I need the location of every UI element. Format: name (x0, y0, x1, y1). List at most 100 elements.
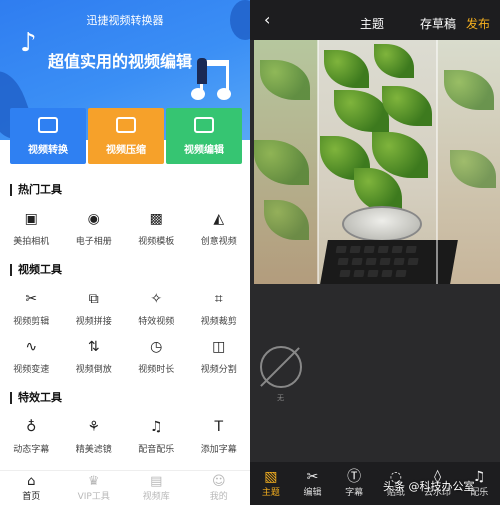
tool-video-cut[interactable]: ✂ 视频剪辑 (0, 290, 63, 327)
plant-leaf (382, 86, 432, 126)
toolbar-subtitle[interactable]: Ⓣ 字幕 (333, 462, 375, 505)
tool-label: 特效视频 (138, 317, 175, 327)
card-label: 视频压缩 (106, 144, 146, 156)
save-draft-button[interactable]: 存草稿 (420, 15, 456, 32)
plant-leaf (374, 44, 414, 78)
tool-video-template[interactable]: ▩ 视频模板 (125, 210, 188, 247)
film-icon (116, 116, 136, 133)
crown-icon: ♛ (87, 473, 100, 489)
convert-icon (38, 116, 58, 133)
section-title-video: 视频工具 (10, 264, 62, 276)
theme-none-label: 无 (277, 394, 284, 402)
plant-leaf (334, 90, 389, 132)
card-label: 视频转换 (28, 144, 68, 156)
filter-icon: ⚘ (87, 419, 101, 435)
section-title-hot: 热门工具 (10, 184, 62, 196)
tool-label: 视频倒放 (75, 365, 112, 375)
card-label: 视频编辑 (184, 144, 224, 156)
tool-music[interactable]: ♫ 配音配乐 (125, 418, 188, 455)
tool-video-duration[interactable]: ◷ 视频时长 (125, 338, 188, 375)
music-note-icon: ♫ (149, 419, 163, 435)
tool-video-crop[interactable]: ⌗ 视频裁剪 (188, 290, 251, 327)
tool-creative-video[interactable]: ◭ 创意视频 (188, 210, 251, 247)
editor-screen: ‹ 主题 存草稿 发布 无 ▧ 主题 ✂ 编辑 Ⓣ 字幕 ◌ 贴纸 ◊ 去水印 … (250, 0, 500, 505)
toolbar-label: 字幕 (345, 488, 364, 498)
video-tools-row-1: ✂ 视频剪辑 ⧉ 视频拼接 ✧ 特效视频 ⌗ 视频裁剪 (0, 290, 250, 327)
tool-photo-album[interactable]: ◉ 电子相册 (63, 210, 126, 247)
nav-home[interactable]: ⌂ 首页 (0, 471, 63, 505)
tool-label: 精美滤镜 (75, 445, 112, 455)
tool-label: 视频拼接 (75, 317, 112, 327)
clock-icon: ◷ (150, 339, 163, 355)
tool-label: 创意视频 (200, 237, 237, 247)
chevron-left-icon[interactable]: ‹ (264, 10, 270, 29)
nav-vip[interactable]: ♛ VIP工具 (63, 471, 126, 505)
video-preview[interactable] (254, 40, 500, 284)
tool-label: 视频时长 (138, 365, 175, 375)
tool-label: 视频剪辑 (13, 317, 50, 327)
video-edit-button[interactable]: 视频编辑 (166, 108, 242, 164)
tool-effect-video[interactable]: ✧ 特效视频 (125, 290, 188, 327)
tool-filter[interactable]: ⚘ 精美滤镜 (63, 418, 126, 455)
toolbar-edit[interactable]: ✂ 编辑 (292, 462, 334, 505)
tool-dynamic-subtitle[interactable]: ♁ 动态字幕 (0, 418, 63, 455)
toolbar-label: 编辑 (303, 488, 322, 498)
toolbar-label: 主题 (261, 488, 280, 498)
hot-tools-row: ▣ 美拍相机 ◉ 电子相册 ▩ 视频模板 ◭ 创意视频 (0, 210, 250, 247)
toolbar-theme[interactable]: ▧ 主题 (250, 462, 292, 505)
editor-title: 主题 (360, 17, 385, 31)
banner-headline: 超值实用的视频编辑 (48, 52, 193, 71)
template-icon: ▩ (149, 211, 163, 227)
home-icon: ⌂ (27, 473, 36, 489)
nav-label: 首页 (22, 491, 41, 502)
text-icon: T (214, 419, 224, 435)
plant-leaf (324, 50, 369, 88)
bottom-nav: ⌂ 首页 ♛ VIP工具 ▤ 视频库 ☺ 我的 (0, 470, 250, 505)
transition-line (436, 40, 438, 284)
tool-label: 视频变速 (13, 365, 50, 375)
plant-pot (342, 206, 422, 242)
tool-video-split[interactable]: ◫ 视频分割 (188, 338, 251, 375)
person-illustration (197, 58, 207, 84)
effect-tools-row: ♁ 动态字幕 ⚘ 精美滤镜 ♫ 配音配乐 T 添加字幕 (0, 418, 250, 455)
text-circle-icon: Ⓣ (347, 469, 362, 485)
tool-add-subtitle[interactable]: T 添加字幕 (188, 418, 251, 455)
watermark-text: 头条 @科技办公室 (383, 480, 475, 493)
user-icon: ☺ (211, 473, 226, 489)
nav-label: 我的 (209, 491, 228, 502)
tool-beauty-camera[interactable]: ▣ 美拍相机 (0, 210, 63, 247)
film-reel-icon: ◉ (87, 211, 100, 227)
tool-label: 电子相册 (75, 237, 112, 247)
tool-video-merge[interactable]: ⧉ 视频拼接 (63, 290, 126, 327)
split-icon: ◫ (212, 339, 226, 355)
tool-label: 配音配乐 (138, 445, 175, 455)
tool-video-speed[interactable]: ∿ 视频变速 (0, 338, 63, 375)
tool-video-reverse[interactable]: ⇅ 视频倒放 (63, 338, 126, 375)
video-convert-button[interactable]: 视频转换 (10, 108, 86, 164)
editor-topbar: ‹ 主题 存草稿 发布 (250, 0, 500, 40)
video-library-icon: ▤ (150, 473, 163, 489)
scissors-icon: ✂ (306, 469, 319, 485)
publish-button[interactable]: 发布 (466, 15, 490, 32)
reverse-icon: ⇅ (87, 339, 100, 355)
balloon-icon: ♁ (26, 419, 37, 435)
nav-mine[interactable]: ☺ 我的 (188, 471, 251, 505)
video-compress-button[interactable]: 视频压缩 (88, 108, 164, 164)
video-tools-row-2: ∿ 视频变速 ⇅ 视频倒放 ◷ 视频时长 ◫ 视频分割 (0, 338, 250, 375)
app-title: 迅捷视频转换器 (86, 14, 164, 27)
merge-icon: ⧉ (88, 291, 99, 307)
tool-label: 动态字幕 (13, 445, 50, 455)
tool-label: 添加字幕 (200, 445, 237, 455)
nav-video-library[interactable]: ▤ 视频库 (125, 471, 188, 505)
scissors-icon: ✂ (25, 291, 38, 307)
waveform-icon: ∿ (25, 339, 38, 355)
music-note-icon: ♪ (20, 28, 37, 58)
transition-line (317, 40, 319, 284)
feature-cards: 视频转换 视频压缩 视频编辑 (10, 108, 242, 164)
compass-icon: ◭ (213, 211, 225, 227)
magic-wand-icon: ✧ (150, 291, 163, 307)
section-title-effects: 特效工具 (10, 392, 62, 404)
tool-label: 视频模板 (138, 237, 175, 247)
crop-icon: ⌗ (214, 291, 223, 307)
nav-label: 视频库 (142, 491, 170, 502)
